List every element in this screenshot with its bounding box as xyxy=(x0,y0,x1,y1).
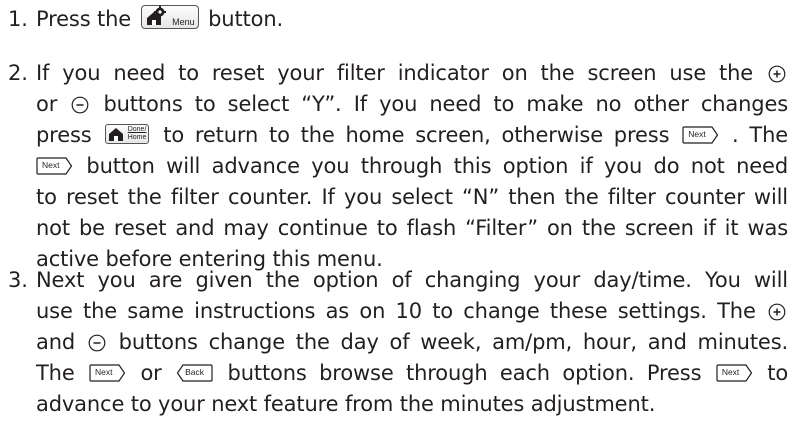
step-line: Next button will advance you through thi… xyxy=(36,151,788,182)
plus-button-icon xyxy=(768,303,786,321)
menu-button-icon: Menu xyxy=(140,5,199,29)
step-2: 2. If you need to reset your filter indi… xyxy=(8,58,788,275)
step-line: Next you are given the option of changin… xyxy=(36,268,788,292)
step-line: not be reset and may continue to flash “… xyxy=(36,216,788,240)
done-home-button-icon: Done/Home xyxy=(105,124,150,144)
step-line: use the same instructions as on 10 to ch… xyxy=(36,296,788,327)
step-line: advance to your next feature from the mi… xyxy=(36,392,656,416)
step-1: 1. Press the Menu button. xyxy=(8,4,788,35)
step-line: If you need to reset your filter indicat… xyxy=(36,58,788,89)
step-line: Press the Menu button. xyxy=(36,5,284,31)
next-button-icon: Next xyxy=(36,157,73,175)
minus-button-icon xyxy=(88,334,106,352)
next-button-icon: Next xyxy=(682,126,719,144)
step-line: or buttons to select “Y”. If you need to… xyxy=(36,92,789,116)
step-number: 1. xyxy=(8,7,28,31)
back-button-icon: Back xyxy=(176,364,213,382)
step-line: to reset the filter counter. If you sele… xyxy=(36,185,788,209)
step-number: 2. xyxy=(8,61,28,85)
step-3: 3. Next you are given the option of chan… xyxy=(8,265,788,420)
next-button-icon: Next xyxy=(89,364,126,382)
next-button-icon: Next xyxy=(716,364,753,382)
step-line: press Done/Home to return to the home sc… xyxy=(36,123,789,147)
plus-button-icon xyxy=(768,65,786,83)
step-number: 3. xyxy=(8,268,28,292)
step-line: and buttons change the day of week, am/p… xyxy=(36,330,789,354)
step-line: The Next or Back buttons browse through … xyxy=(36,361,789,385)
minus-button-icon xyxy=(71,96,89,114)
